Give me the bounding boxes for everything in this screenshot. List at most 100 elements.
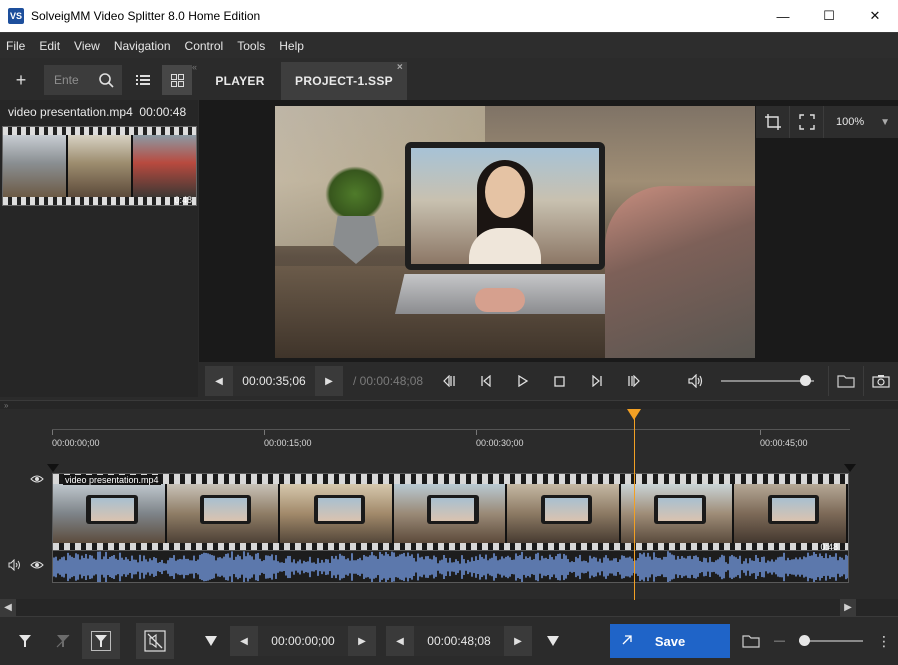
save-icon bbox=[622, 635, 632, 645]
previous-marker-button[interactable] bbox=[431, 366, 468, 396]
start-time-back-button[interactable]: ◀ bbox=[230, 626, 258, 656]
ruler-label: 00:00:30;00 bbox=[476, 438, 524, 448]
ruler-label: 00:00:00;00 bbox=[52, 438, 100, 448]
volume-button[interactable] bbox=[678, 366, 715, 396]
timeline-zoom-slider[interactable] bbox=[799, 635, 863, 646]
end-time-box: ◀ 00:00:48;08 ▶ bbox=[386, 626, 532, 656]
marker-icon bbox=[19, 635, 31, 647]
bottom-toolbar: ◀ 00:00:00;00 ▶ ◀ 00:00:48;08 ▶ Save — ⋮ bbox=[0, 616, 898, 665]
fullscreen-button[interactable] bbox=[790, 106, 824, 138]
search-button[interactable] bbox=[90, 65, 122, 95]
step-forward-button[interactable]: ▶ bbox=[315, 366, 343, 396]
video-plant-pot bbox=[333, 216, 379, 264]
volume-slider-handle[interactable] bbox=[800, 375, 812, 386]
set-start-marker-button[interactable] bbox=[192, 623, 230, 659]
audio-track-visibility-icon[interactable] bbox=[28, 558, 46, 572]
window-title: SolveigMM Video Splitter 8.0 Home Editio… bbox=[31, 9, 261, 23]
frame-laptop bbox=[86, 494, 138, 525]
menu-navigation[interactable]: Navigation bbox=[108, 39, 177, 53]
end-time-forward-button[interactable]: ▶ bbox=[504, 626, 532, 656]
play-button[interactable] bbox=[504, 366, 541, 396]
grid-view-icon bbox=[170, 73, 184, 87]
menu-tools[interactable]: Tools bbox=[231, 39, 271, 53]
panel-splitter[interactable]: » bbox=[0, 400, 898, 410]
add-file-button[interactable]: + bbox=[4, 65, 38, 95]
delete-marker-button[interactable] bbox=[44, 623, 82, 659]
file-name: video presentation.mp4 bbox=[8, 105, 133, 119]
folder-icon bbox=[837, 375, 855, 388]
zoom-select[interactable]: 100% ▼ bbox=[824, 116, 898, 128]
video-frame[interactable] bbox=[275, 106, 755, 358]
out-marker[interactable] bbox=[844, 464, 856, 472]
minimize-button[interactable]: — bbox=[760, 0, 806, 32]
search-input[interactable]: Ente bbox=[44, 65, 90, 95]
end-time[interactable]: 00:00:48;08 bbox=[414, 626, 504, 656]
camera-icon bbox=[872, 375, 890, 388]
scroll-left-button[interactable]: ◀ bbox=[0, 599, 16, 616]
snapshot-button[interactable] bbox=[863, 366, 898, 396]
stop-button[interactable] bbox=[541, 366, 578, 396]
audio-track[interactable] bbox=[52, 551, 849, 583]
tab-project[interactable]: PROJECT-1.SSP × bbox=[281, 62, 407, 100]
file-thumbnail[interactable]: 0:48 bbox=[2, 126, 197, 206]
open-folder-button[interactable] bbox=[828, 366, 863, 396]
grid-view-button[interactable] bbox=[162, 65, 192, 95]
play-icon bbox=[518, 375, 529, 387]
ruler-tick bbox=[476, 430, 477, 435]
start-time-box: ◀ 00:00:00;00 ▶ bbox=[230, 626, 376, 656]
audio-track-speaker-icon[interactable] bbox=[6, 558, 24, 572]
menu-file[interactable]: File bbox=[0, 39, 31, 53]
file-title: video presentation.mp4 00:00:48 bbox=[8, 105, 186, 119]
close-button[interactable]: ✕ bbox=[852, 0, 898, 32]
video-track-frame bbox=[393, 484, 508, 543]
end-time-back-button[interactable]: ◀ bbox=[386, 626, 414, 656]
menu-bar: File Edit View Navigation Control Tools … bbox=[0, 32, 898, 58]
time-ruler[interactable]: 00:00:00;00 00:00:15;00 00:00:30;00 00:0… bbox=[52, 429, 850, 448]
list-view-button[interactable] bbox=[128, 65, 158, 95]
set-end-marker-button[interactable] bbox=[534, 623, 572, 659]
timeline-zoom-handle[interactable] bbox=[799, 635, 810, 646]
video-track-visibility-icon[interactable] bbox=[28, 472, 46, 486]
in-marker[interactable] bbox=[47, 464, 59, 472]
menu-view[interactable]: View bbox=[68, 39, 106, 53]
video-plant bbox=[325, 166, 385, 222]
thumbnail-frame bbox=[133, 135, 196, 197]
more-options-button[interactable]: ⋮ bbox=[877, 633, 891, 650]
crop-button[interactable] bbox=[756, 106, 790, 138]
mute-segment-button[interactable] bbox=[136, 623, 174, 659]
scroll-right-button[interactable]: ▶ bbox=[840, 599, 856, 616]
next-marker-button[interactable] bbox=[615, 366, 652, 396]
tab-player[interactable]: PLAYER bbox=[199, 62, 281, 100]
timeline-scrollbar[interactable]: ◀ ▶ bbox=[0, 599, 898, 616]
menu-help[interactable]: Help bbox=[273, 39, 310, 53]
viewer-tools: 100% ▼ bbox=[756, 106, 898, 138]
start-time[interactable]: 00:00:00;00 bbox=[258, 626, 348, 656]
frame-laptop bbox=[427, 494, 479, 525]
frame-laptop-display bbox=[431, 497, 475, 522]
marker-options-button[interactable] bbox=[82, 623, 120, 659]
maximize-button[interactable]: ☐ bbox=[806, 0, 852, 32]
thumbnail-frame bbox=[68, 135, 133, 197]
step-back-button[interactable]: ◀ bbox=[205, 366, 233, 396]
video-hand bbox=[475, 288, 525, 312]
save-button[interactable]: Save bbox=[610, 624, 730, 658]
menu-edit[interactable]: Edit bbox=[33, 39, 66, 53]
video-track-frame bbox=[166, 484, 281, 543]
output-folder-button[interactable] bbox=[732, 623, 770, 659]
next-frame-button[interactable] bbox=[578, 366, 615, 396]
speaker-icon bbox=[688, 374, 703, 388]
collapse-panel-button[interactable]: « bbox=[192, 62, 197, 72]
zoom-out-button[interactable]: — bbox=[774, 635, 785, 647]
video-track-frame bbox=[53, 484, 167, 543]
menu-control[interactable]: Control bbox=[179, 39, 230, 53]
video-track[interactable]: video presentation.mp4 0:48 bbox=[52, 473, 849, 551]
add-marker-button[interactable] bbox=[6, 623, 44, 659]
previous-frame-button[interactable] bbox=[468, 366, 505, 396]
start-time-forward-button[interactable]: ▶ bbox=[348, 626, 376, 656]
tab-close-icon[interactable]: × bbox=[397, 62, 403, 73]
frame-laptop-display bbox=[204, 497, 248, 522]
ruler-label: 00:00:15;00 bbox=[264, 438, 312, 448]
current-time[interactable]: 00:00:35;06 bbox=[233, 366, 315, 396]
volume-slider[interactable] bbox=[720, 375, 815, 386]
frame-laptop bbox=[313, 494, 365, 525]
